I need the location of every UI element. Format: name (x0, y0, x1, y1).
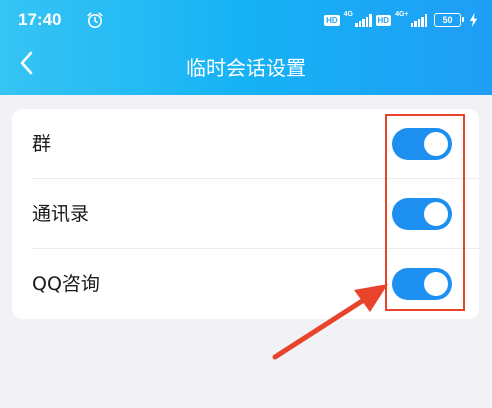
battery-icon: 50 (434, 13, 464, 27)
setting-label: 通讯录 (32, 203, 90, 225)
annotation-highlight-box (385, 114, 465, 311)
battery-level: 50 (442, 15, 453, 25)
network-type-label: 4G+ (395, 11, 409, 18)
hd-badge: HD (324, 14, 340, 26)
status-bar: 17:40 HD 4G HD 4G+ 50 (0, 0, 492, 40)
setting-label: 群 (32, 133, 52, 155)
signal-strength-icon (355, 13, 372, 27)
signal-strength-icon (410, 13, 427, 27)
status-time: 17:40 (18, 10, 62, 29)
hd-badge: HD (375, 14, 392, 26)
page-title: 临时会话设置 (186, 56, 306, 80)
network-type-label: 4G (343, 11, 353, 18)
status-indicators: HD 4G HD 4G+ 50 (324, 11, 478, 29)
header-bar: 17:40 HD 4G HD 4G+ 50 临时会话设置 (0, 0, 492, 95)
setting-label: QQ咨询 (32, 273, 100, 295)
lightning-bolt-icon (469, 13, 478, 27)
alarm-clock-icon (87, 12, 103, 28)
